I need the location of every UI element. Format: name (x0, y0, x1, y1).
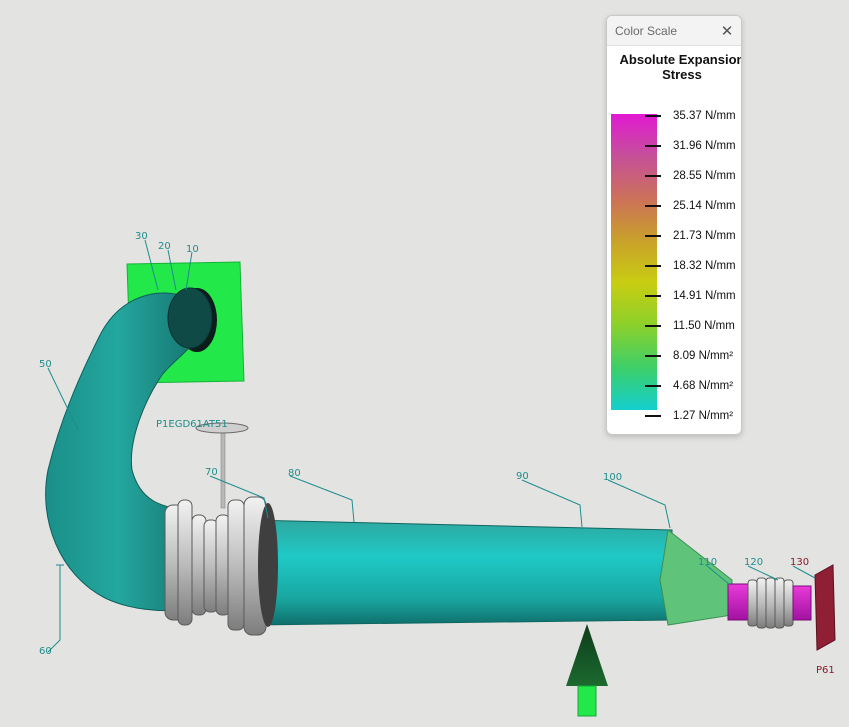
node-label-100: 100 (603, 472, 622, 483)
color-scale-tick (645, 415, 661, 417)
color-scale-value-label: 31.96 N/mm (673, 140, 736, 152)
node-label-20: 20 (158, 241, 171, 252)
node-label-70: 70 (205, 467, 218, 478)
color-scale-value-label: 11.50 N/mm (673, 320, 735, 332)
node-label-130: 130 (790, 557, 809, 568)
color-scale-titlebar[interactable]: Color Scale ✕ (607, 16, 741, 46)
close-icon[interactable]: ✕ (713, 17, 741, 45)
color-scale-value-label: 18.32 N/mm (673, 260, 736, 272)
valve-handwheel[interactable] (195, 422, 249, 509)
color-scale-heading-line1: Absolute Expansion (619, 52, 742, 67)
node-label-10: 10 (186, 244, 199, 255)
node-label-60: 60 (39, 646, 52, 657)
node-label-30: 30 (135, 231, 148, 242)
color-scale-tick (645, 115, 661, 117)
color-scale-tick (645, 355, 661, 357)
color-scale-tick (645, 235, 661, 237)
expansion-joint-70 (164, 496, 278, 636)
anchor-plate (814, 564, 836, 651)
color-scale-value-label: 4.68 N/mm² (673, 380, 734, 392)
color-scale-dialog[interactable]: Color Scale ✕ Absolute Expansion Stress … (606, 15, 742, 435)
color-scale-value-label: 35.37 N/mm (673, 110, 736, 122)
color-scale-tick (645, 265, 661, 267)
color-scale-value-label: 14.91 N/mm (673, 290, 736, 302)
color-scale-gradient-bar (611, 114, 657, 410)
color-scale-tick (645, 295, 661, 297)
color-scale-tick (645, 385, 661, 387)
color-scale-value-label: 1.27 N/mm² (673, 410, 734, 422)
color-scale-heading: Absolute Expansion Stress (607, 52, 742, 82)
color-scale-value-label: 8.09 N/mm² (673, 350, 734, 362)
hot-pipe-segment (727, 583, 751, 621)
expansion-joint-120 (747, 577, 812, 629)
color-scale-title: Color Scale (615, 23, 678, 38)
bend-end-ring (167, 287, 213, 349)
color-scale-tick (645, 325, 661, 327)
node-label-120: 120 (744, 557, 763, 568)
node-label-80: 80 (288, 468, 301, 479)
valve-tag-label: P1EGD61AT51 (156, 419, 228, 430)
color-scale-value-label: 25.14 N/mm (673, 200, 736, 212)
color-scale-heading-line2: Stress (662, 67, 702, 82)
color-scale-tick (645, 205, 661, 207)
node-label-110: 110 (698, 557, 717, 568)
main-pipe (249, 519, 673, 626)
node-label-90: 90 (516, 471, 529, 482)
color-scale-value-label: 21.73 N/mm (673, 230, 736, 242)
support-arrow-icon (566, 624, 608, 717)
color-scale-tick (645, 175, 661, 177)
color-scale-tick (645, 145, 661, 147)
color-scale-value-label: 28.55 N/mm (673, 170, 736, 182)
node-label-50: 50 (39, 359, 52, 370)
anchor-tag-label: P61 (816, 665, 835, 676)
